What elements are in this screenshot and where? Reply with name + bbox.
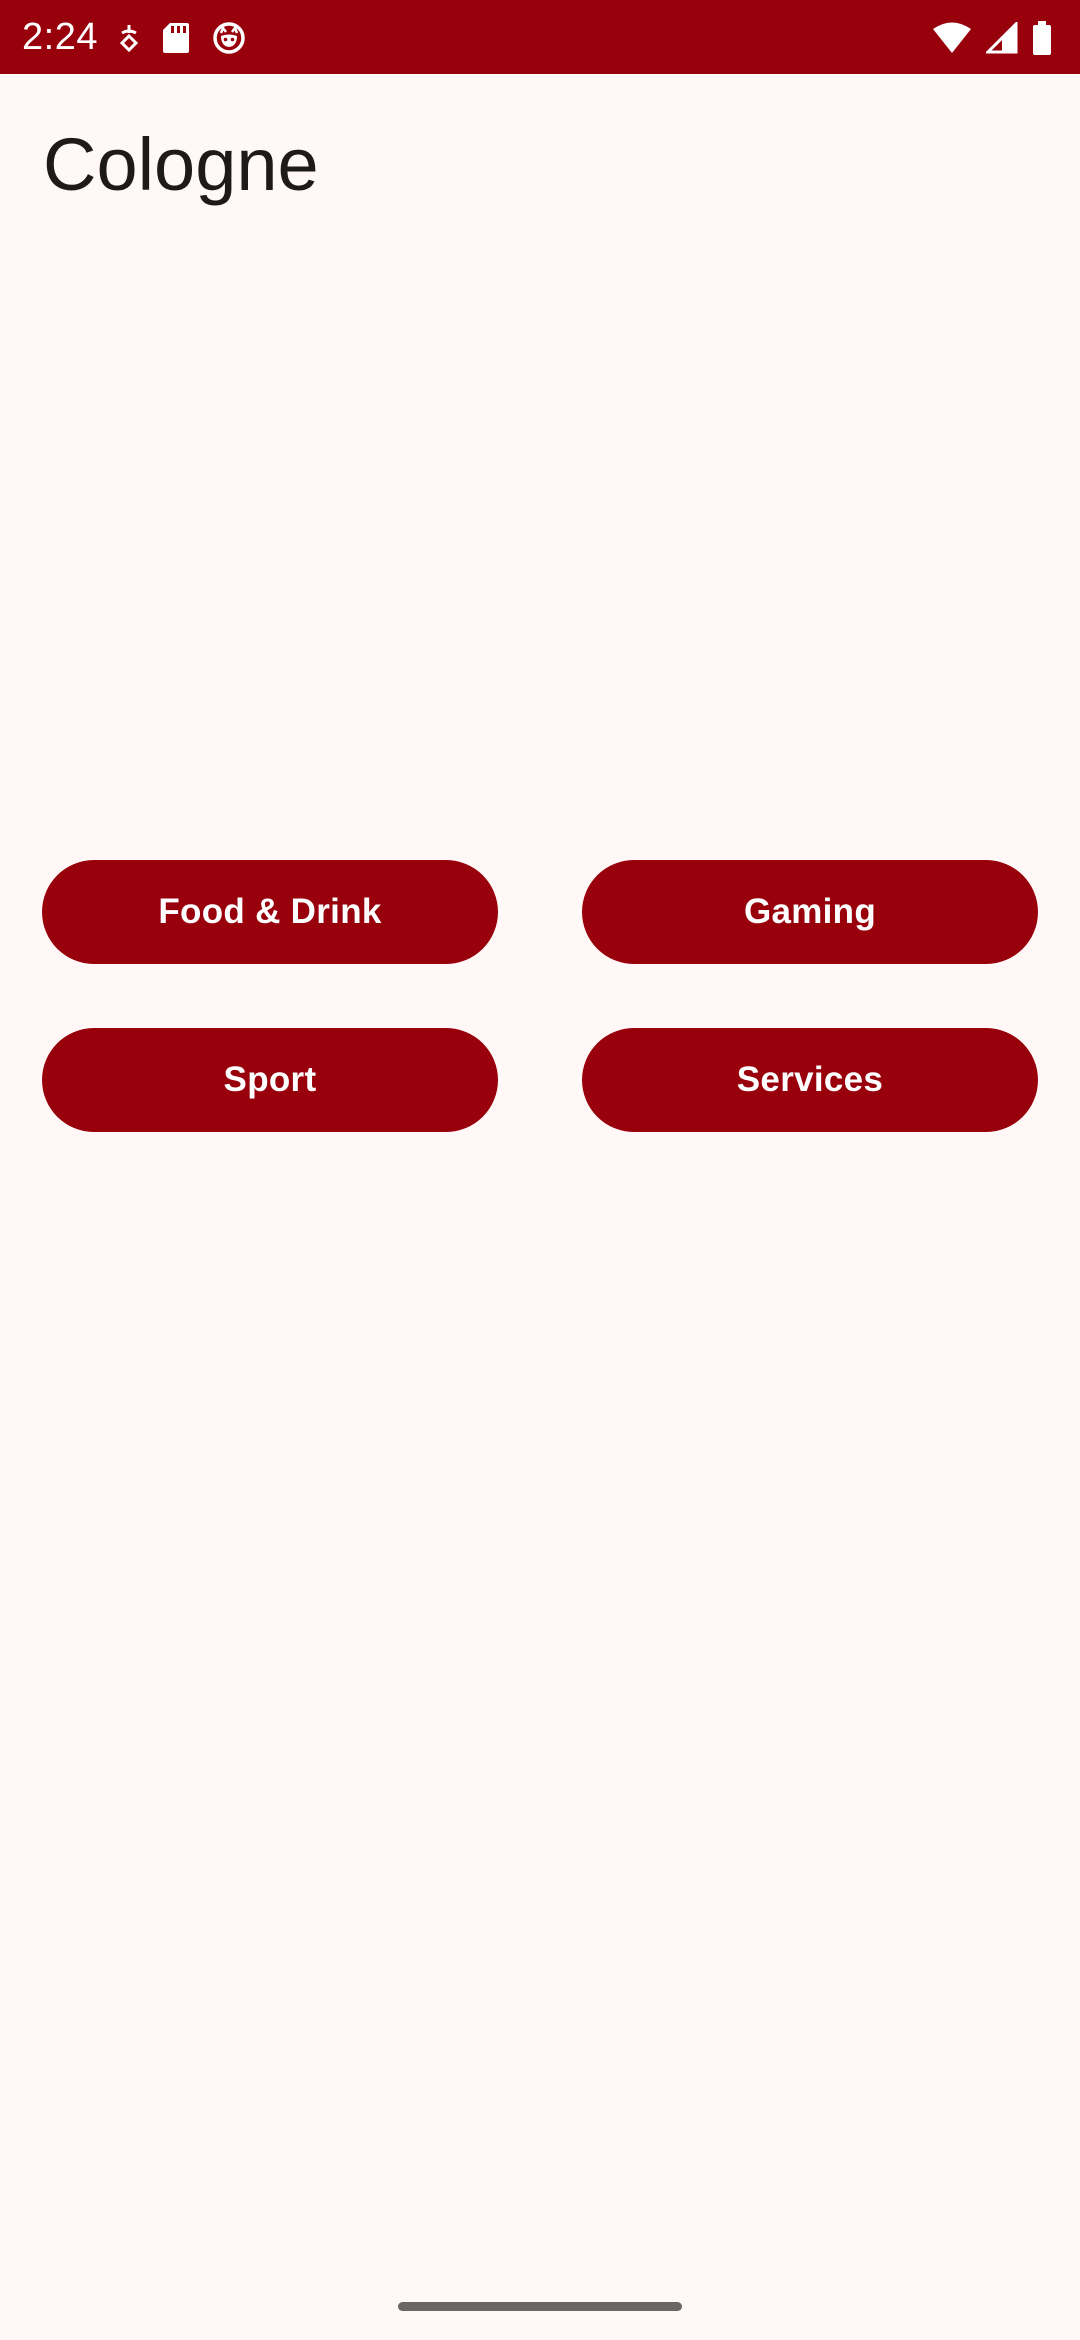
app-bar: Cologne xyxy=(0,74,1080,264)
status-icons-right xyxy=(932,18,1052,58)
services-button[interactable]: Services xyxy=(582,1028,1038,1132)
category-grid: Food & Drink Gaming Sport Services xyxy=(42,860,1038,1132)
food-drink-button[interactable]: Food & Drink xyxy=(42,860,498,964)
gesture-navigation-handle[interactable] xyxy=(398,2302,682,2311)
content-area xyxy=(0,264,1080,2340)
cell-signal-icon xyxy=(986,22,1018,54)
usb-debug-icon xyxy=(118,23,140,53)
sport-button[interactable]: Sport xyxy=(42,1028,498,1132)
status-icons-left xyxy=(118,18,246,58)
battery-icon xyxy=(1032,21,1052,55)
page-title: Cologne xyxy=(43,123,319,206)
gaming-button[interactable]: Gaming xyxy=(582,860,1038,964)
sd-card-icon xyxy=(162,22,190,54)
status-bar: 2:24 xyxy=(0,0,1080,74)
wifi-icon xyxy=(932,22,972,54)
cat-face-icon xyxy=(212,21,246,55)
status-time: 2:24 xyxy=(22,16,98,58)
